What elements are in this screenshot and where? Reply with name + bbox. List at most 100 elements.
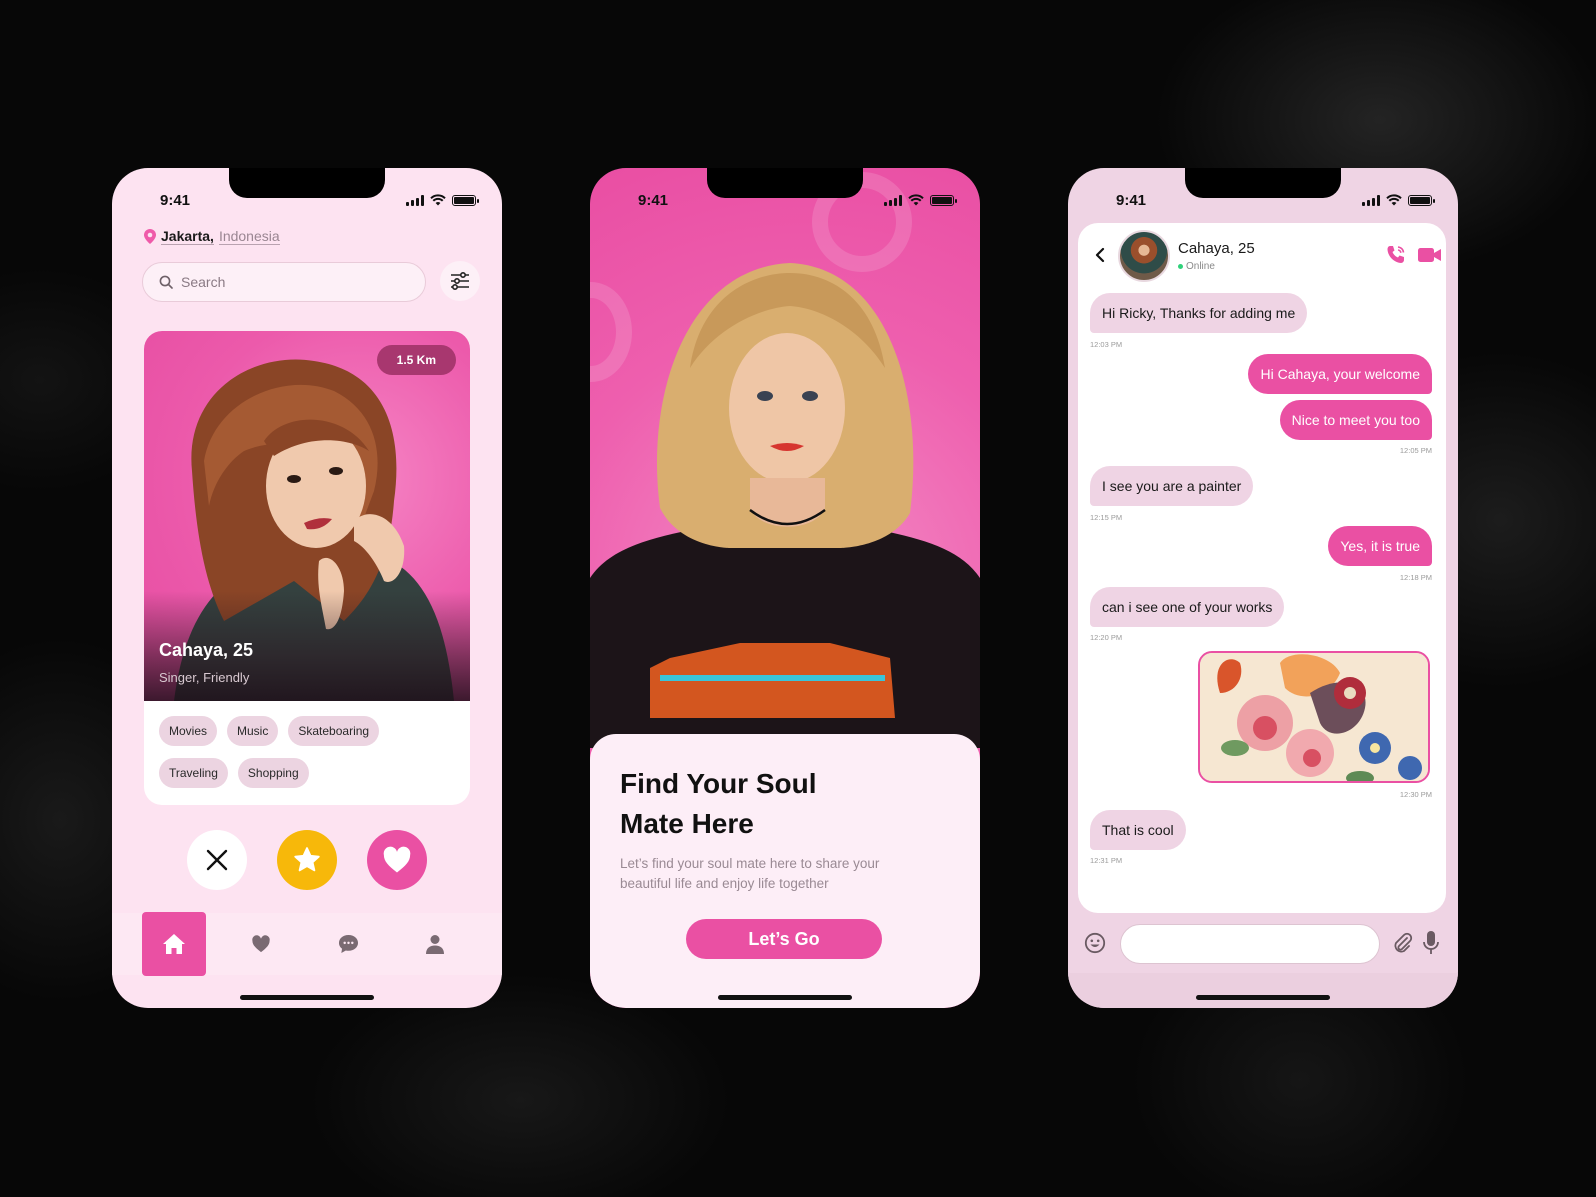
microphone-icon xyxy=(1423,931,1439,954)
home-indicator xyxy=(1196,995,1330,1000)
attach-button[interactable] xyxy=(1392,932,1414,954)
video-call-button[interactable] xyxy=(1418,245,1442,265)
interest-tag[interactable]: Music xyxy=(227,716,279,746)
contact-status-text: Online xyxy=(1186,261,1215,272)
sliders-icon xyxy=(451,271,469,291)
message-bubble-incoming: can i see one of your works xyxy=(1090,587,1285,627)
contact-avatar[interactable] xyxy=(1118,230,1170,282)
microphone-button[interactable] xyxy=(1422,930,1440,956)
onboarding-screen: 9:41 Find Your Soul Mate Here Let’s find… xyxy=(590,168,980,1008)
emoji-button[interactable] xyxy=(1084,932,1106,954)
video-camera-icon xyxy=(1418,248,1441,262)
signal-icon xyxy=(1362,194,1380,206)
heart-icon xyxy=(252,935,270,953)
home-indicator xyxy=(718,995,852,1000)
super-like-button[interactable] xyxy=(277,830,337,890)
discover-screen: 9:41 Jakarta, Indonesia Search 1.5 Km Ca… xyxy=(112,168,502,1008)
like-button[interactable] xyxy=(367,830,427,890)
profile-name: Cahaya, 25 xyxy=(159,640,254,660)
map-pin-icon xyxy=(144,229,156,244)
back-button[interactable] xyxy=(1092,245,1108,265)
chat-bubble-icon xyxy=(338,934,358,954)
message-bubble-outgoing: Yes, it is true xyxy=(1328,526,1432,566)
star-icon xyxy=(294,847,320,872)
nav-favorites[interactable] xyxy=(229,912,293,976)
message-bubble-incoming: Hi Ricky, Thanks for adding me xyxy=(1090,293,1308,333)
bottom-safe-area xyxy=(1068,973,1458,1008)
message-timestamp: 12:20 PM xyxy=(1090,633,1123,642)
message-bubble-outgoing: Nice to meet you too xyxy=(1279,400,1432,440)
heart-icon xyxy=(383,846,411,873)
phone-call-icon xyxy=(1387,246,1405,263)
message-bubble-incoming: That is cool xyxy=(1090,810,1186,850)
hero-person-illustration xyxy=(590,263,980,748)
message-timestamp: 12:30 PM xyxy=(1399,790,1432,799)
message-timestamp: 12:15 PM xyxy=(1090,513,1123,522)
dislike-button[interactable] xyxy=(187,830,247,890)
wifi-icon xyxy=(430,194,446,206)
status-time: 9:41 xyxy=(638,191,669,209)
profile-photo: 1.5 Km Cahaya, 25 Singer, Friendly xyxy=(144,331,470,701)
bottom-navigation xyxy=(112,912,502,976)
chat-panel: Cahaya, 25 Online Hi Ricky, Thanks for a… xyxy=(1078,223,1446,913)
message-composer xyxy=(1068,918,1458,970)
message-input[interactable] xyxy=(1120,924,1380,964)
onboarding-title-line-1: Find Your Soul xyxy=(620,768,817,799)
interest-tag[interactable]: Shopping xyxy=(237,758,309,788)
onboarding-title-line-2: Mate Here xyxy=(620,808,754,839)
home-indicator xyxy=(240,995,374,1000)
message-image-flower-painting[interactable] xyxy=(1198,651,1430,783)
profile-description: Singer, Friendly xyxy=(159,670,250,685)
message-timestamp: 12:18 PM xyxy=(1399,573,1432,582)
wifi-icon xyxy=(1386,194,1402,206)
distance-badge: 1.5 Km xyxy=(376,345,456,375)
onboarding-subtitle: Let’s find your soul mate here to share … xyxy=(620,856,880,891)
contact-name: Cahaya, 25 xyxy=(1178,240,1255,257)
filter-button[interactable] xyxy=(440,261,480,301)
flower-painting-image xyxy=(1200,653,1428,781)
search-input[interactable] xyxy=(181,274,381,290)
nav-home[interactable] xyxy=(142,912,206,976)
onboarding-card: Find Your Soul Mate Here Let’s find your… xyxy=(590,734,980,1008)
message-timestamp: 12:05 PM xyxy=(1399,446,1432,455)
interest-tag[interactable]: Skateboaring xyxy=(288,716,380,746)
profile-card[interactable]: 1.5 Km Cahaya, 25 Singer, Friendly Movie… xyxy=(144,331,470,805)
search-icon xyxy=(159,275,173,289)
voice-call-button[interactable] xyxy=(1384,243,1408,267)
onboarding-title: Find Your Soul Mate Here xyxy=(620,764,950,844)
close-icon xyxy=(206,849,228,871)
chat-header: Cahaya, 25 Online xyxy=(1078,223,1446,287)
phone-notch xyxy=(1185,168,1341,198)
user-icon xyxy=(426,935,444,954)
contact-status: Online xyxy=(1178,261,1215,272)
online-indicator-icon xyxy=(1178,264,1183,269)
battery-icon xyxy=(1408,194,1435,206)
status-time: 9:41 xyxy=(160,191,191,209)
interest-tag[interactable]: Traveling xyxy=(159,758,228,788)
message-bubble-incoming: I see you are a painter xyxy=(1090,466,1254,506)
back-icon xyxy=(1095,247,1105,263)
phone-notch xyxy=(707,168,863,198)
interest-tags: Movies Music Skateboaring Traveling Shop… xyxy=(144,701,404,788)
battery-icon xyxy=(452,194,479,206)
signal-icon xyxy=(406,194,424,206)
home-icon xyxy=(163,934,185,954)
nav-profile[interactable] xyxy=(403,912,467,976)
chat-screen: 9:41 Cahaya, 25 Online Hi Ricky, Thanks … xyxy=(1068,168,1458,1008)
message-timestamp: 12:03 PM xyxy=(1090,340,1123,349)
location-selector[interactable]: Jakarta, Indonesia xyxy=(144,228,280,245)
nav-messages[interactable] xyxy=(316,912,380,976)
location-country: Indonesia xyxy=(218,228,280,245)
location-city: Jakarta, xyxy=(161,228,214,245)
message-timestamp: 12:31 PM xyxy=(1090,856,1123,865)
search-field[interactable] xyxy=(142,262,426,302)
message-bubble-outgoing: Hi Cahaya, your welcome xyxy=(1248,354,1432,394)
wifi-icon xyxy=(908,194,924,206)
phone-notch xyxy=(229,168,385,198)
lets-go-button[interactable]: Let’s Go xyxy=(686,919,882,959)
paperclip-icon xyxy=(1394,932,1413,953)
signal-icon xyxy=(884,194,902,206)
interest-tag[interactable]: Movies xyxy=(159,716,218,746)
emoji-icon xyxy=(1084,932,1106,954)
status-time: 9:41 xyxy=(1116,191,1147,209)
